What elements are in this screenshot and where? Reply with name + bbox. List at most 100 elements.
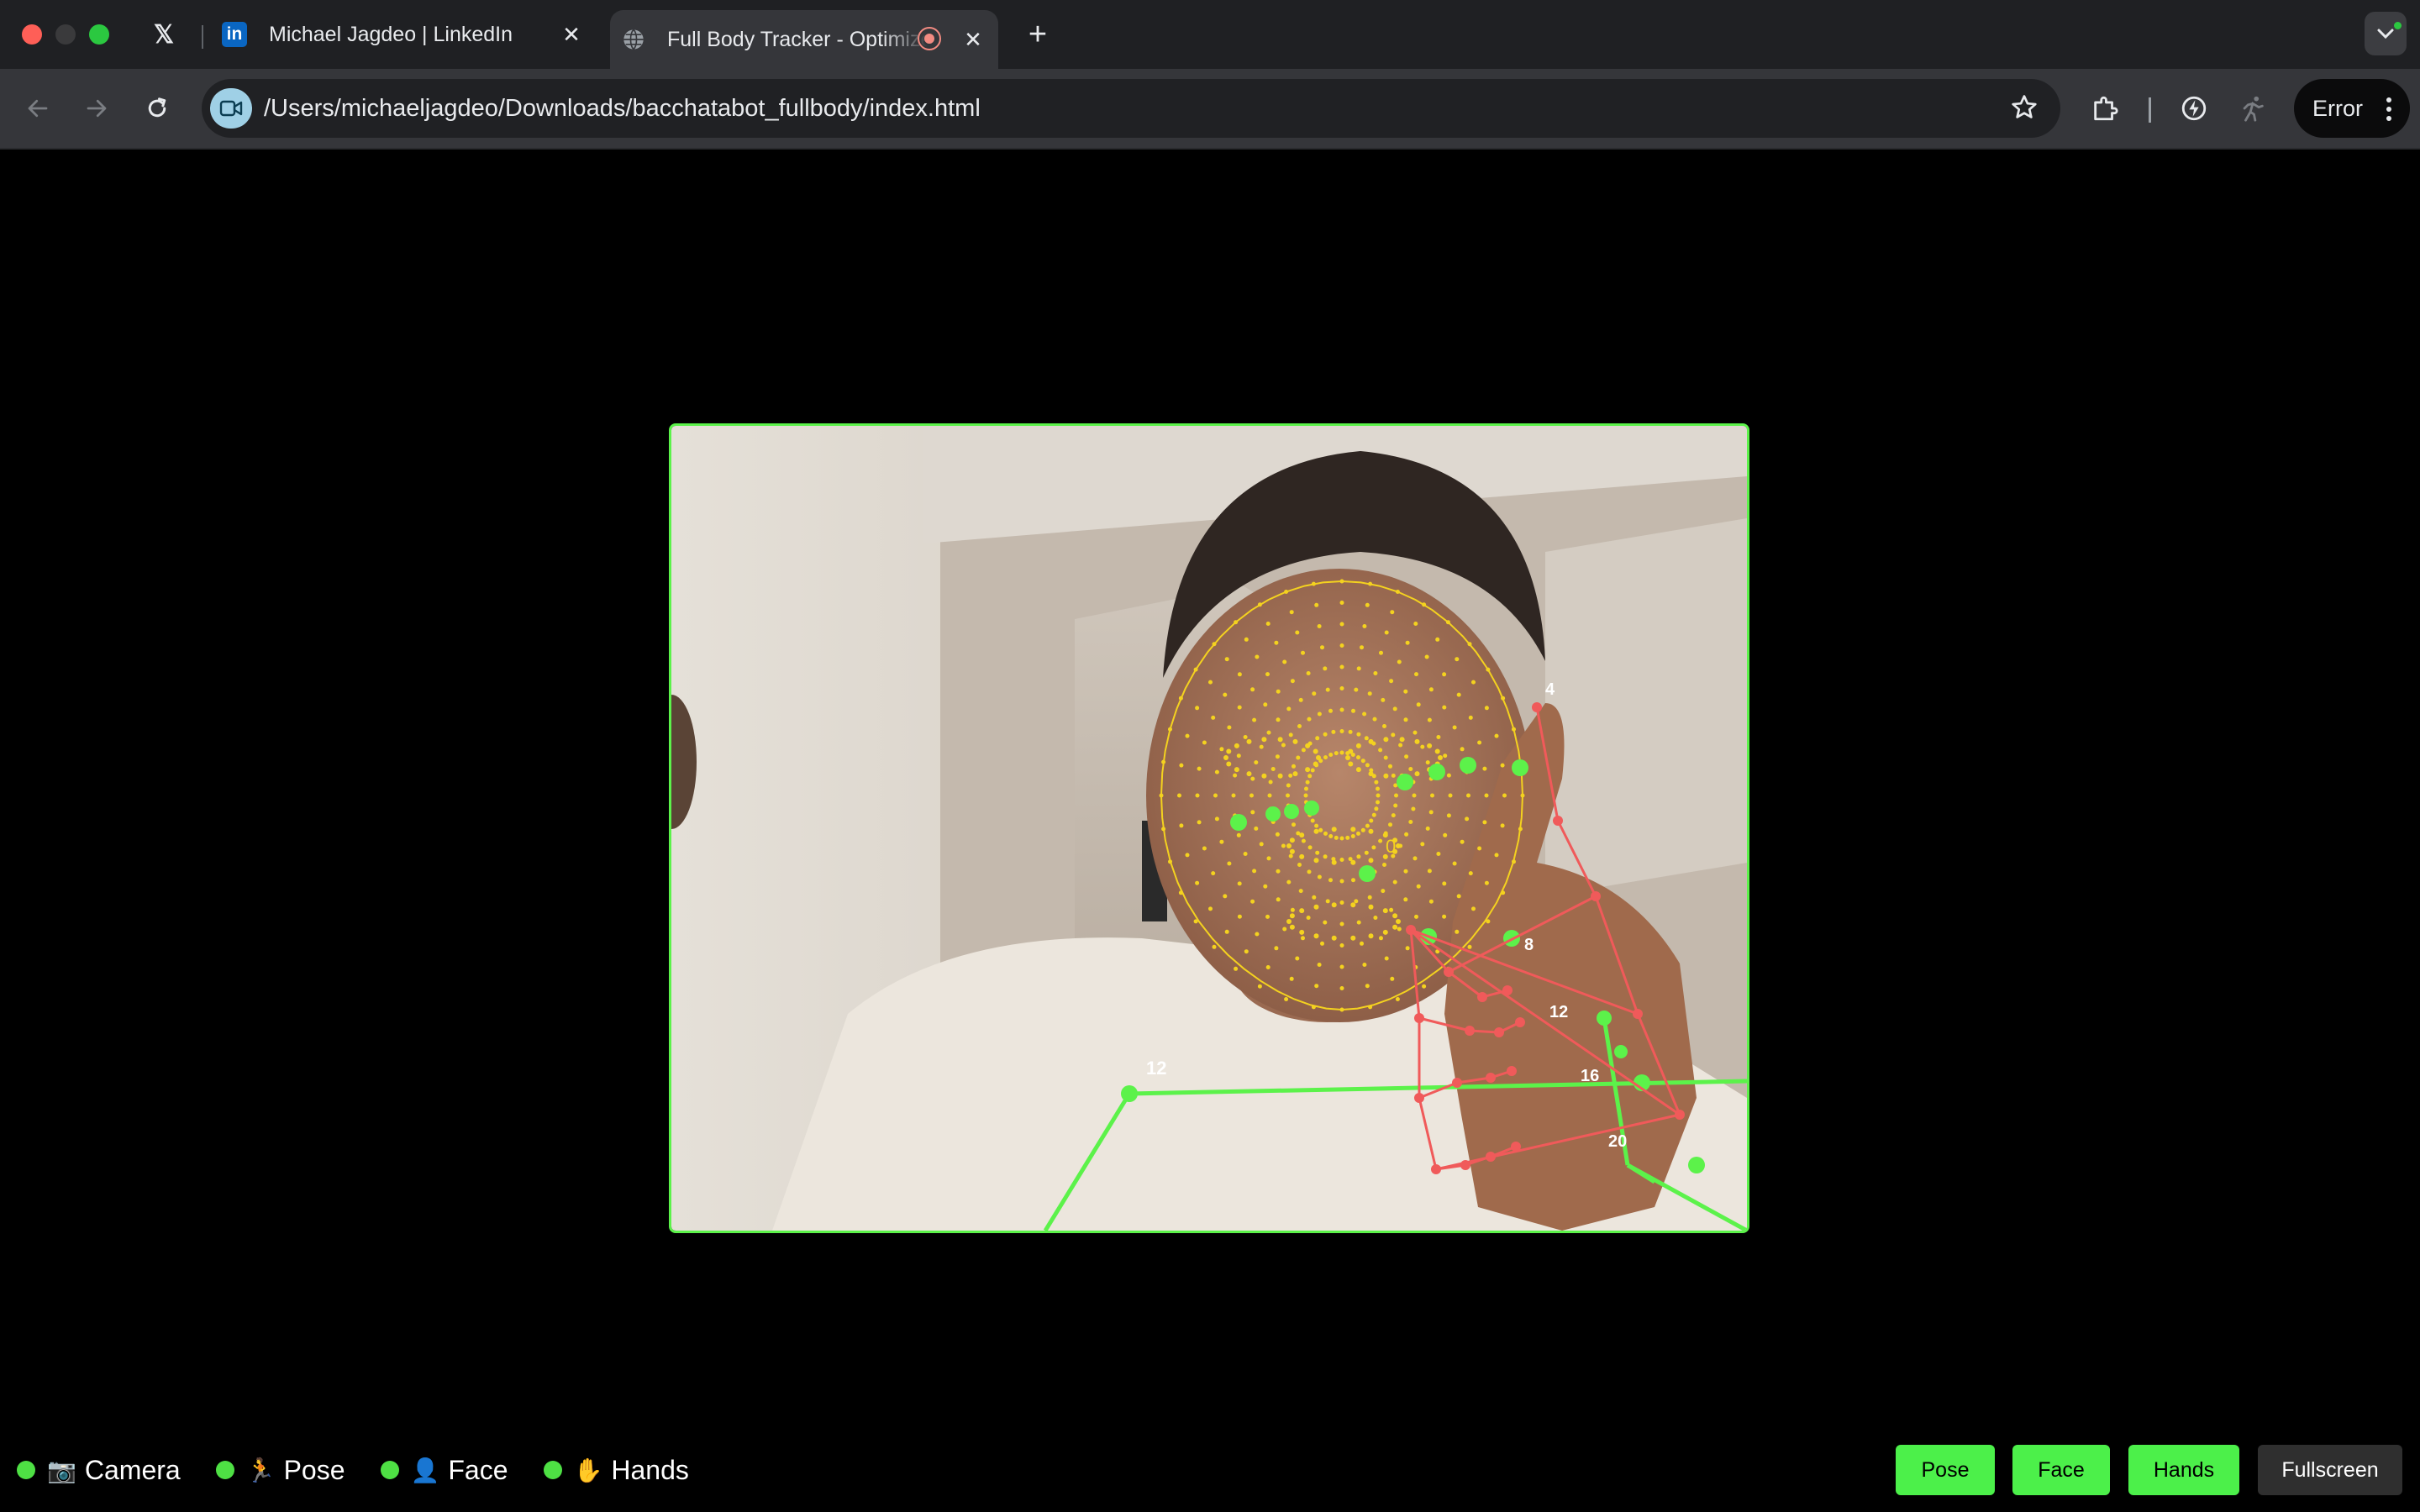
pose-landmark <box>1688 1157 1705 1173</box>
face-landmark <box>1442 672 1447 677</box>
face-landmark <box>1314 602 1319 607</box>
face-landmark <box>1408 767 1413 771</box>
face-landmark <box>1397 927 1402 932</box>
face-landmark <box>1443 753 1448 759</box>
close-tab-icon[interactable]: ✕ <box>556 22 587 48</box>
face-landmark <box>1403 689 1408 694</box>
face-landmark <box>1284 997 1289 1001</box>
face-landmark <box>1446 813 1451 818</box>
face-landmark <box>1214 816 1219 822</box>
face-landmark <box>1297 724 1302 728</box>
face-landmark <box>1364 736 1369 741</box>
zoom-window-button[interactable] <box>89 24 109 45</box>
face-landmark <box>1427 869 1432 874</box>
face-landmark <box>1339 707 1344 712</box>
face-landmark <box>1428 810 1434 815</box>
toggle-hands-button[interactable]: Hands <box>2128 1445 2239 1495</box>
face-landmark <box>1339 750 1344 755</box>
face-landmark <box>1214 769 1219 774</box>
face-landmark-label: 0 <box>1386 836 1396 857</box>
face-landmark <box>1413 856 1418 861</box>
face-landmark <box>1267 793 1272 798</box>
face-landmark <box>1263 702 1268 707</box>
face-landmark <box>1252 717 1257 722</box>
bookmark-star-icon[interactable] <box>2010 93 2039 122</box>
tab-linkedin[interactable]: in Michael Jagdeo | LinkedIn ✕ <box>210 0 597 69</box>
face-feature-landmark <box>1226 761 1232 767</box>
face-landmark <box>1378 838 1383 843</box>
hand-landmark <box>1465 1026 1475 1036</box>
face-feature-landmark <box>1313 858 1319 864</box>
toggle-pose-button[interactable]: Pose <box>1896 1445 1995 1495</box>
face-landmark <box>1312 895 1317 900</box>
face-landmark <box>1422 602 1427 607</box>
face-landmark <box>1237 881 1242 886</box>
close-window-button[interactable] <box>22 24 42 45</box>
pose-landmark <box>1397 774 1413 790</box>
face-landmark <box>1390 976 1395 981</box>
url-text[interactable]: /Users/michaeljagdeo/Downloads/bacchatab… <box>264 79 981 138</box>
profile-error-label: Error <box>2312 95 2363 121</box>
face-landmark <box>1500 763 1505 768</box>
extensions-button[interactable] <box>2084 87 2126 129</box>
face-landmark <box>1427 717 1432 722</box>
face-feature-landmark <box>1299 853 1305 859</box>
hand-landmark-label: 16 <box>1581 1067 1599 1085</box>
face-landmark <box>1257 984 1262 989</box>
face-landmark <box>1443 832 1448 837</box>
face-landmark <box>1231 793 1236 798</box>
minimize-window-button[interactable] <box>55 24 76 45</box>
site-info-button[interactable] <box>210 88 252 129</box>
face-landmark <box>1484 880 1489 885</box>
face-feature-landmark <box>1383 773 1389 779</box>
forward-button[interactable] <box>76 87 118 129</box>
face-landmark <box>1252 869 1257 874</box>
face-landmark <box>1303 793 1308 798</box>
close-tab-icon[interactable]: ✕ <box>958 27 988 53</box>
face-landmark <box>1286 783 1291 788</box>
face-landmark <box>1416 884 1421 889</box>
face-landmark <box>1477 740 1482 745</box>
face-landmark <box>1263 884 1268 889</box>
tab-full-body-tracker[interactable]: Full Body Tracker - Optimized ✕ <box>610 10 998 69</box>
pose-landmark <box>1512 759 1528 776</box>
face-landmark <box>1298 889 1303 894</box>
tab-x[interactable]: 𝕏 <box>134 0 193 69</box>
face-landmark <box>1365 602 1370 607</box>
video-canvas: 12 0 4 8 12 16 20 <box>669 423 1749 1233</box>
fullscreen-button[interactable]: Fullscreen <box>2258 1445 2402 1495</box>
face-landmark <box>1276 897 1281 902</box>
address-bar[interactable]: /Users/michaeljagdeo/Downloads/bacchatab… <box>202 79 2060 138</box>
face-landmark <box>1339 579 1344 584</box>
face-landmark <box>1412 793 1417 798</box>
tracking-overlay: 12 0 4 8 12 16 20 <box>671 426 1747 1231</box>
pose-landmark <box>1460 757 1476 774</box>
face-landmark <box>1249 793 1254 798</box>
reload-button[interactable] <box>136 87 178 129</box>
face-landmark <box>1442 881 1447 886</box>
back-button[interactable] <box>17 87 59 129</box>
face-landmark <box>1255 654 1260 659</box>
extension-button[interactable] <box>2173 87 2215 129</box>
face-landmark <box>1373 916 1378 920</box>
face-landmark <box>1297 863 1302 867</box>
face-feature-landmark <box>1299 929 1305 935</box>
toggle-face-button[interactable]: Face <box>2012 1445 2110 1495</box>
profile-error-button[interactable]: Error <box>2294 79 2410 138</box>
face-landmark <box>1381 697 1386 702</box>
new-tab-button[interactable]: + <box>1017 13 1059 55</box>
face-landmark <box>1371 845 1376 850</box>
face-landmark <box>1250 899 1255 904</box>
face-landmark <box>1482 766 1487 771</box>
face-landmark <box>1339 1007 1344 1012</box>
face-landmark <box>1405 946 1410 951</box>
face-landmark <box>1339 879 1344 884</box>
face-landmark <box>1282 927 1287 932</box>
tab-separator <box>202 25 203 49</box>
more-menu-icon[interactable] <box>2386 97 2391 125</box>
extension-button[interactable] <box>2232 87 2274 129</box>
face-feature-landmark <box>1368 738 1374 744</box>
tab-search-button[interactable] <box>2365 12 2407 55</box>
face-landmark <box>1436 735 1441 739</box>
face-landmark <box>1311 1005 1316 1010</box>
